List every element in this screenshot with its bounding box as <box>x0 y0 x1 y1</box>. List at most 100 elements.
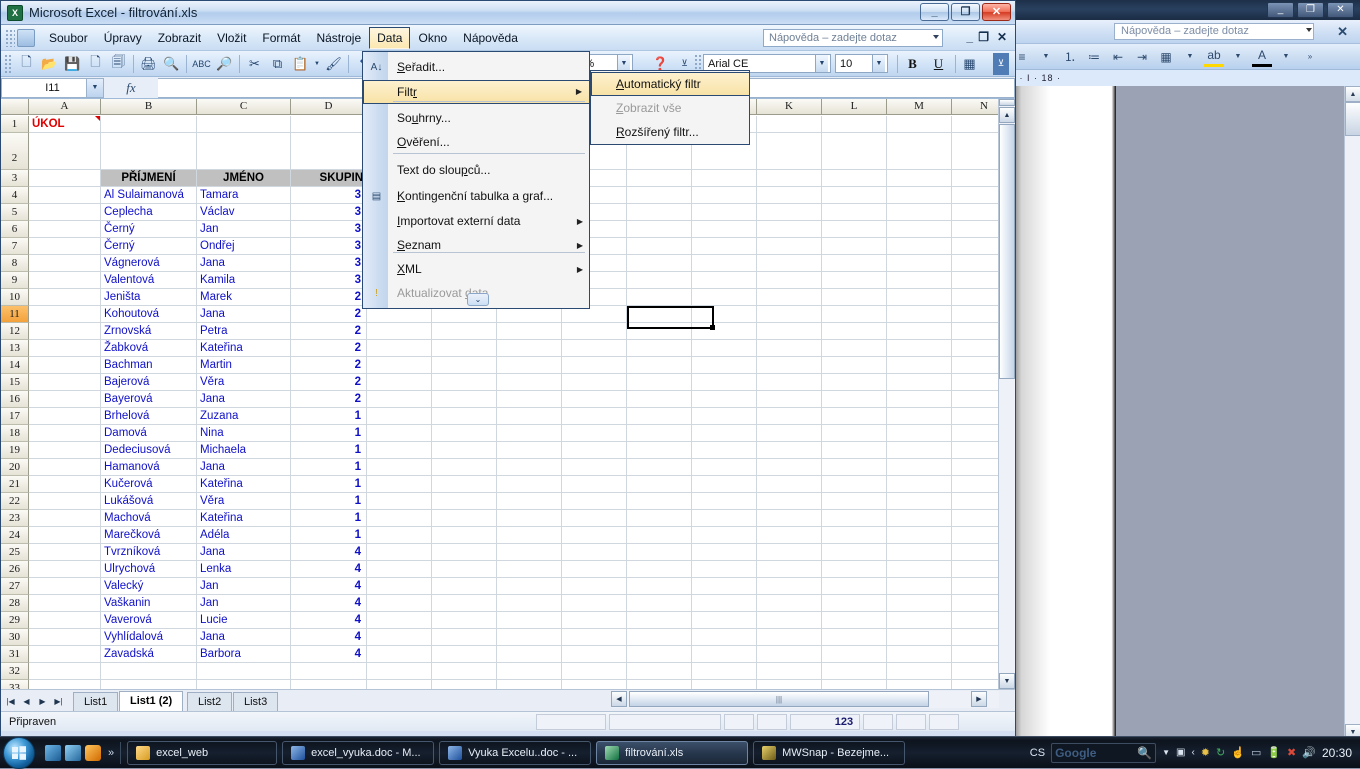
row-header-6[interactable]: 6 <box>1 221 29 238</box>
cell-L28[interactable] <box>822 595 887 612</box>
cell-M16[interactable] <box>887 391 952 408</box>
cell-A32[interactable] <box>29 663 101 680</box>
cell-B12[interactable]: Zrnovská <box>101 323 197 340</box>
cell-C10[interactable]: Marek <box>197 289 291 306</box>
print-preview-icon[interactable]: 🔍 <box>160 53 183 75</box>
cell-G16[interactable] <box>497 391 562 408</box>
cell-I3[interactable] <box>627 170 692 187</box>
chevron-down-icon[interactable]: ▼ <box>1228 47 1248 67</box>
cell-L29[interactable] <box>822 612 887 629</box>
cell-J18[interactable] <box>692 425 757 442</box>
cell-B28[interactable]: Vaškanin <box>101 595 197 612</box>
cell-B23[interactable]: Machová <box>101 510 197 527</box>
cell-A11[interactable] <box>29 306 101 323</box>
cell-C1[interactable] <box>197 116 291 133</box>
cell-G13[interactable] <box>497 340 562 357</box>
cell-G21[interactable] <box>497 476 562 493</box>
cell-B29[interactable]: Vaverová <box>101 612 197 629</box>
cut-icon[interactable]: ✂ <box>243 53 266 75</box>
cell-L27[interactable] <box>822 578 887 595</box>
cell-I8[interactable] <box>627 255 692 272</box>
cell-G24[interactable] <box>497 527 562 544</box>
menu-data[interactable]: Data <box>369 27 410 49</box>
cell-G23[interactable] <box>497 510 562 527</box>
column-header-b[interactable]: B <box>101 99 197 115</box>
cell-F27[interactable] <box>432 578 497 595</box>
cell-M29[interactable] <box>887 612 952 629</box>
row-header-29[interactable]: 29 <box>1 612 29 629</box>
numbered-list-icon[interactable]: ⒈ <box>1060 47 1080 67</box>
cell-J5[interactable] <box>692 204 757 221</box>
cell-B11[interactable]: Kohoutová <box>101 306 197 323</box>
filter-submenu[interactable]: Automatický filtrZobrazit všeRozšířený f… <box>590 70 750 145</box>
cell-F20[interactable] <box>432 459 497 476</box>
word-document-page[interactable] <box>1006 86 1116 740</box>
row-header-7[interactable]: 7 <box>1 238 29 255</box>
font-color-icon[interactable]: A <box>1252 47 1272 67</box>
cell-C32[interactable] <box>197 663 291 680</box>
cell-A4[interactable] <box>29 187 101 204</box>
cell-M21[interactable] <box>887 476 952 493</box>
cell-K31[interactable] <box>757 646 822 663</box>
cell-H30[interactable] <box>562 629 627 646</box>
cell-F25[interactable] <box>432 544 497 561</box>
underline-button[interactable]: U <box>927 53 950 75</box>
cell-G19[interactable] <box>497 442 562 459</box>
row-header-17[interactable]: 17 <box>1 408 29 425</box>
row-header-8[interactable]: 8 <box>1 255 29 272</box>
cell-M28[interactable] <box>887 595 952 612</box>
row-header-20[interactable]: 20 <box>1 459 29 476</box>
column-header-d[interactable]: D <box>291 99 367 115</box>
row-header-26[interactable]: 26 <box>1 561 29 578</box>
minimize-button[interactable]: _ <box>920 3 949 21</box>
cell-B2[interactable] <box>101 133 197 170</box>
cell-L11[interactable] <box>822 306 887 323</box>
cell-F31[interactable] <box>432 646 497 663</box>
cell-H12[interactable] <box>562 323 627 340</box>
sheet-tab-list2[interactable]: List2 <box>187 692 232 711</box>
borders-icon[interactable]: ▦ <box>958 53 981 75</box>
cell-L18[interactable] <box>822 425 887 442</box>
increase-indent-icon[interactable]: ⇥ <box>1132 47 1152 67</box>
cell-M13[interactable] <box>887 340 952 357</box>
cell-I31[interactable] <box>627 646 692 663</box>
row-header-23[interactable]: 23 <box>1 510 29 527</box>
cell-C20[interactable]: Jana <box>197 459 291 476</box>
insert-function-icon[interactable]: fx <box>104 80 158 96</box>
menu-format[interactable]: Formát <box>254 27 308 49</box>
vertical-scrollbar[interactable]: ▲ ▼ <box>998 99 1015 689</box>
scroll-right-icon[interactable]: ▶ <box>971 691 987 707</box>
cell-B27[interactable]: Valecký <box>101 578 197 595</box>
cell-D11[interactable]: 2 <box>291 306 367 323</box>
next-sheet-icon[interactable]: ▶ <box>35 693 50 709</box>
cell-A25[interactable] <box>29 544 101 561</box>
cell-J26[interactable] <box>692 561 757 578</box>
cell-I16[interactable] <box>627 391 692 408</box>
cell-E27[interactable] <box>367 578 432 595</box>
network-error-icon[interactable]: ✖ <box>1287 746 1296 759</box>
cell-G20[interactable] <box>497 459 562 476</box>
google-search-box[interactable]: Google 🔍 <box>1051 743 1156 763</box>
quick-launch-chevron-icon[interactable]: » <box>108 747 114 759</box>
vertical-scroll-thumb[interactable] <box>999 124 1015 379</box>
cell-I24[interactable] <box>627 527 692 544</box>
cell-M19[interactable] <box>887 442 952 459</box>
data-menu-item-souhrny[interactable]: Souhrny... <box>364 107 590 130</box>
cell-A20[interactable] <box>29 459 101 476</box>
cell-M4[interactable] <box>887 187 952 204</box>
cell-K33[interactable] <box>757 680 822 689</box>
row-header-22[interactable]: 22 <box>1 493 29 510</box>
cell-C25[interactable]: Jana <box>197 544 291 561</box>
cell-K7[interactable] <box>757 238 822 255</box>
cell-B26[interactable]: Ulrychová <box>101 561 197 578</box>
cell-L22[interactable] <box>822 493 887 510</box>
menu-upravy[interactable]: Úpravy <box>96 27 150 49</box>
cell-D18[interactable]: 1 <box>291 425 367 442</box>
cell-M6[interactable] <box>887 221 952 238</box>
cell-J24[interactable] <box>692 527 757 544</box>
word-minimize-button[interactable]: _ <box>1267 2 1294 18</box>
cell-E21[interactable] <box>367 476 432 493</box>
cell-D1[interactable] <box>291 116 367 133</box>
cell-H25[interactable] <box>562 544 627 561</box>
cell-J33[interactable] <box>692 680 757 689</box>
